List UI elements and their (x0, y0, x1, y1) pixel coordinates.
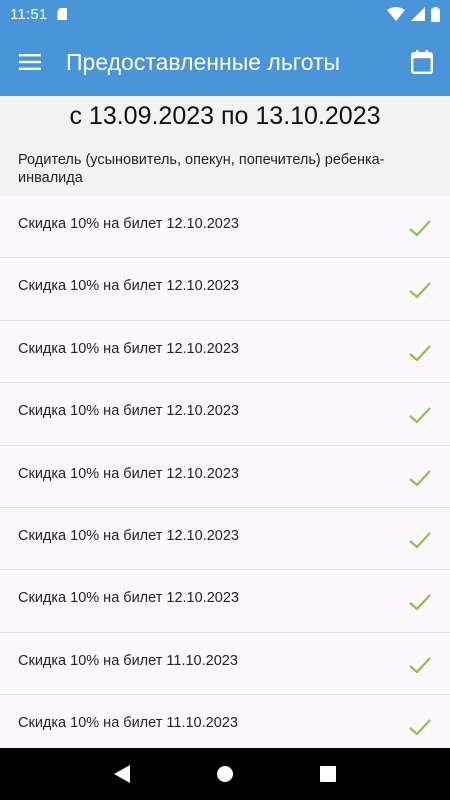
check-icon (409, 532, 431, 549)
benefit-row[interactable]: Скидка 10% на билет 12.10.2023 (0, 570, 450, 633)
benefit-label: Скидка 10% на билет 12.10.2023 (18, 216, 239, 232)
benefit-row[interactable]: Скидка 10% на билет 12.10.2023 (0, 258, 450, 321)
menu-icon (19, 54, 41, 70)
navigation-bar (0, 748, 450, 800)
benefit-category: Родитель (усыновитель, опекун, попечител… (18, 152, 385, 186)
home-icon (216, 766, 233, 782)
battery-icon (431, 6, 440, 22)
benefit-row[interactable]: Скидка 10% на билет 12.10.2023 (0, 320, 450, 384)
status-icons (387, 6, 440, 22)
benefit-row[interactable]: Скидка 10% на билет 11.10.2023 (0, 695, 450, 748)
sd-card-icon (57, 8, 68, 20)
status-bar: 11:51 (0, 0, 450, 28)
check-icon (409, 594, 431, 611)
calendar-icon (411, 50, 433, 74)
period-range: с 13.09.2023 по 13.10.2023 (69, 102, 381, 130)
back-icon (113, 765, 130, 783)
recents-button[interactable] (306, 752, 350, 796)
benefit-row[interactable]: Скидка 10% на билет 12.10.2023 (0, 445, 450, 508)
check-icon (409, 719, 431, 736)
benefit-label: Скидка 10% на билет 12.10.2023 (18, 465, 239, 482)
wifi-icon (387, 7, 405, 21)
check-icon (409, 220, 431, 237)
calendar-button[interactable] (394, 28, 450, 96)
benefit-label: Скидка 10% на билет 12.10.2023 (18, 527, 239, 544)
benefit-row[interactable]: Скидка 10% на билет 12.10.2023 (0, 507, 450, 571)
period-header: с 13.09.2023 по 13.10.2023 Родитель (усы… (0, 96, 450, 196)
home-button[interactable] (203, 752, 247, 796)
page-title: Предоставленные льготы (66, 48, 341, 75)
status-time: 11:51 (10, 5, 48, 23)
benefits-list: Скидка 10% на билет 12.10.2023 Скидка 10%… (0, 196, 450, 748)
cellular-icon (411, 7, 425, 21)
check-icon (409, 345, 431, 362)
check-icon (409, 656, 431, 674)
app-bar: Предоставленные льготы (0, 28, 450, 96)
recents-icon (320, 766, 337, 782)
check-icon (409, 469, 431, 487)
back-button[interactable] (100, 752, 144, 796)
benefit-label: Скидка 10% на билет 11.10.2023 (18, 715, 238, 732)
benefit-label: Скидка 10% на билет 11.10.2023 (18, 652, 238, 669)
benefit-row[interactable]: Скидка 10% на билет 12.10.2023 (0, 196, 450, 259)
check-icon (409, 407, 431, 424)
benefit-label: Скидка 10% на билет 12.10.2023 (18, 278, 239, 295)
menu-button[interactable] (0, 28, 60, 96)
benefit-label: Скидка 10% на билет 12.10.2023 (18, 340, 239, 357)
benefit-row[interactable]: Скидка 10% на билет 11.10.2023 (0, 632, 450, 696)
benefit-label: Скидка 10% на билет 12.10.2023 (18, 590, 239, 607)
benefit-label: Скидка 10% на билет 12.10.2023 (18, 403, 239, 420)
benefit-row[interactable]: Скидка 10% на билет 12.10.2023 (0, 383, 450, 446)
check-icon (409, 282, 431, 299)
